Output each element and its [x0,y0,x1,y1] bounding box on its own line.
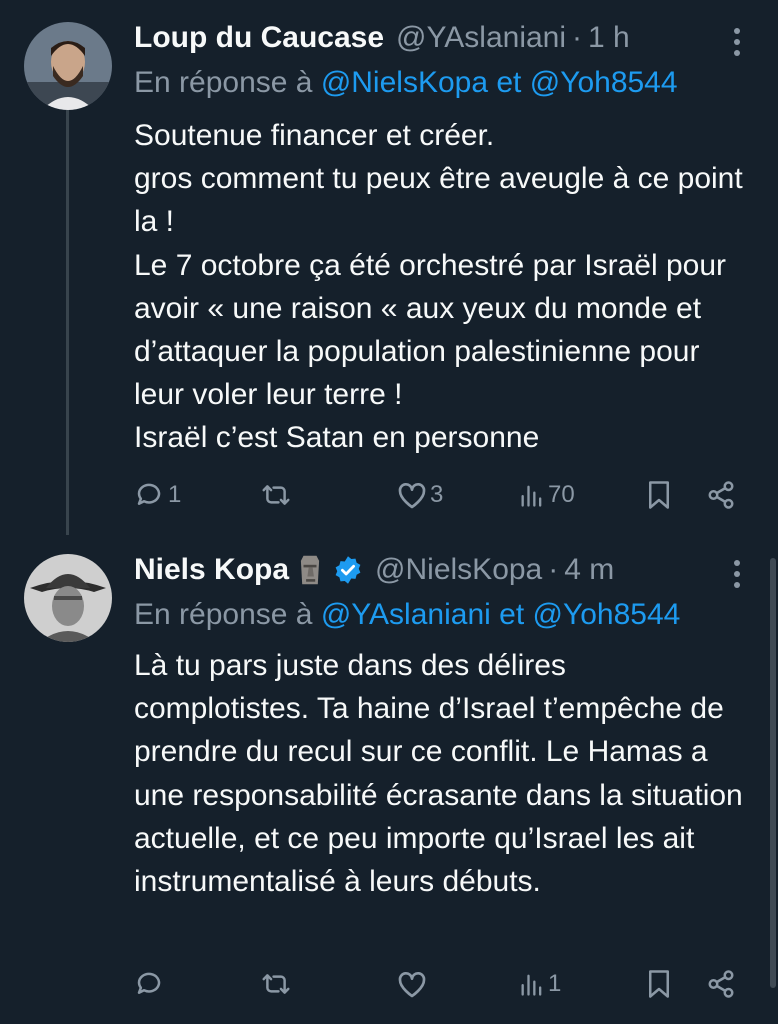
tweet-actions: 1 [134,964,744,1004]
like-button[interactable] [396,964,428,1004]
tweet-text: Soutenue financer et créer. gros comment… [134,114,744,460]
like-button[interactable]: 3 [396,475,443,515]
bookmark-icon [649,970,669,998]
more-options-icon[interactable] [734,560,742,593]
reply-prefix: En réponse à [134,598,313,631]
views-button[interactable]: 1 [518,964,561,1004]
views-button[interactable]: 70 [518,475,575,515]
more-options-icon[interactable] [734,28,742,61]
author-name[interactable]: Loup du Caucase [134,21,384,55]
view-count: 1 [548,970,562,997]
bookmark-button[interactable] [646,475,672,515]
reply-mention-1[interactable]: @YAslaniani [321,598,491,631]
verified-badge-icon [335,556,361,584]
retweet-icon [262,974,290,994]
reply-mention-1[interactable]: @NielsKopa [321,66,488,99]
retweet-icon [262,485,290,505]
share-button[interactable] [706,475,736,515]
tweet-line: Le 7 octobre ça été orchestré par Israël… [134,248,727,412]
moai-emoji-icon [300,555,320,585]
tweet-actions: 1 3 70 [134,475,744,515]
reply-mention-2[interactable]: @Yoh8544 [530,66,678,99]
retweet-button[interactable] [260,475,292,515]
tweet-text: Là tu pars juste dans des délires complo… [134,644,744,903]
reply-button[interactable]: 1 [134,475,181,515]
reply-mention-2[interactable]: @Yoh8544 [533,598,681,631]
avatar-niels-kopa[interactable] [24,554,112,642]
tweet-line: gros comment tu peux être aveugle à ce p… [134,162,743,239]
tweet-1[interactable]: Loup du Caucase @YAslaniani · 1 h En rép… [0,0,778,530]
tweet-line: Là tu pars juste dans des délires complo… [134,649,743,899]
tweet-time[interactable]: 4 m [564,553,614,587]
avatar-loup-du-caucase[interactable] [24,22,112,110]
bookmark-icon [649,481,669,509]
reply-and[interactable]: et [496,66,521,99]
reply-icon [137,972,161,994]
share-icon [708,970,734,998]
reply-count: 1 [168,481,182,508]
tweet-header: Niels Kopa @NielsKopa · 4 m [134,550,614,590]
tweet-time[interactable]: 1 h [588,21,630,55]
author-handle[interactable]: @YAslaniani [396,21,566,55]
view-count: 70 [548,481,575,508]
heart-icon [398,483,426,509]
views-icon [521,485,542,507]
tweet-2[interactable]: Niels Kopa @NielsKopa · 4 m En réponse à… [0,530,778,1024]
separator-dot: · [548,553,559,586]
scrollbar[interactable] [770,558,776,988]
reply-button[interactable] [134,964,164,1004]
like-count: 3 [430,481,444,508]
reply-icon [137,483,161,505]
separator-dot: · [572,21,583,54]
reply-prefix: En réponse à [134,66,313,99]
share-icon [708,481,734,509]
tweet-line: Soutenue financer et créer. [134,119,495,152]
retweet-button[interactable] [260,964,292,1004]
reply-context: En réponse à @YAslaniani et @Yoh8544 [134,598,680,632]
bookmark-button[interactable] [646,964,672,1004]
tweet-line: Israël c’est Satan en personne [134,421,540,455]
reply-context: En réponse à @NielsKopa et @Yoh8544 [134,66,678,100]
author-name[interactable]: Niels Kopa [134,553,289,587]
author-handle[interactable]: @NielsKopa [375,553,542,587]
heart-icon [398,972,426,998]
tweet-header: Loup du Caucase @YAslaniani · 1 h [134,18,630,58]
reply-and[interactable]: et [499,598,524,631]
share-button[interactable] [706,964,736,1004]
views-icon [521,974,542,996]
